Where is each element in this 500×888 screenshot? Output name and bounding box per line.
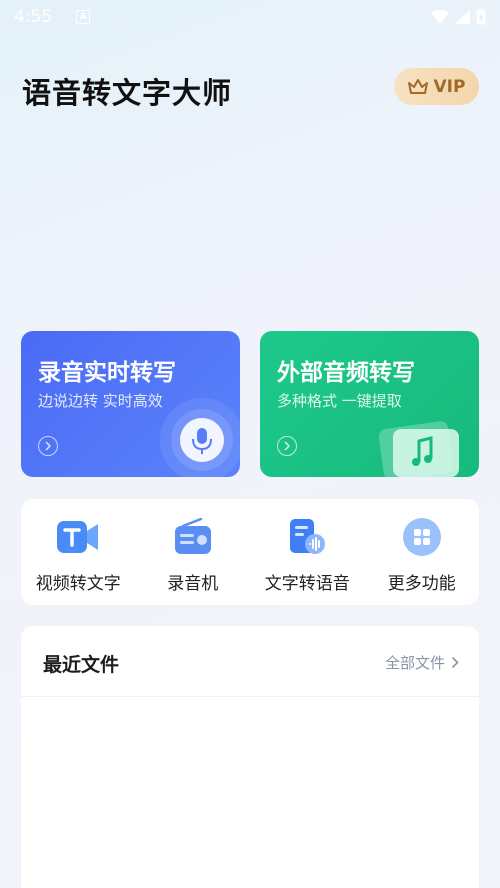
app-title: 语音转文字大师	[22, 76, 233, 110]
battery-icon	[476, 9, 486, 25]
chevron-right-icon	[277, 436, 297, 456]
divider	[21, 696, 479, 697]
status-indicators	[431, 9, 486, 25]
signal-icon	[455, 10, 470, 24]
audio-transcribe-card[interactable]: 外部音频转写 多种格式 一键提取	[260, 331, 479, 477]
more-functions-button[interactable]: 更多功能	[365, 499, 480, 605]
notification-badge-icon: A	[76, 10, 91, 24]
status-bar: 4:55 A	[0, 0, 500, 34]
function-panel: 视频转文字 录音机 文字转语音 更多功能	[21, 499, 479, 605]
recent-files-panel: 最近文件 全部文件	[21, 626, 479, 888]
wifi-icon	[431, 10, 449, 24]
music-file-icon	[379, 421, 459, 477]
function-label: 视频转文字	[35, 574, 121, 594]
function-label: 录音机	[167, 574, 219, 594]
vip-button[interactable]: VIP	[394, 68, 479, 105]
more-grid-icon	[400, 517, 444, 557]
video-to-text-button[interactable]: 视频转文字	[21, 499, 136, 605]
microphone-icon	[160, 398, 240, 477]
audio-card-title: 外部音频转写	[277, 360, 415, 386]
text-to-speech-button[interactable]: 文字转语音	[250, 499, 365, 605]
recent-files-title: 最近文件	[43, 654, 120, 676]
status-time: 4:55	[14, 7, 53, 27]
text-to-speech-icon	[285, 517, 329, 557]
chevron-right-icon	[451, 656, 459, 669]
record-card-title: 录音实时转写	[38, 360, 176, 386]
record-card-subtitle: 边说边转 实时高效	[38, 392, 163, 410]
vip-label: VIP	[433, 76, 466, 97]
recorder-button[interactable]: 录音机	[136, 499, 251, 605]
radio-recorder-icon	[171, 517, 215, 557]
audio-card-subtitle: 多种格式 一键提取	[277, 392, 402, 410]
function-label: 文字转语音	[264, 574, 350, 594]
chevron-right-icon	[38, 436, 58, 456]
video-text-icon	[56, 517, 100, 557]
all-files-label: 全部文件	[384, 654, 445, 672]
record-transcribe-card[interactable]: 录音实时转写 边说边转 实时高效	[21, 331, 240, 477]
crown-icon	[407, 78, 428, 94]
function-label: 更多功能	[387, 574, 456, 594]
all-files-link[interactable]: 全部文件	[385, 652, 459, 673]
